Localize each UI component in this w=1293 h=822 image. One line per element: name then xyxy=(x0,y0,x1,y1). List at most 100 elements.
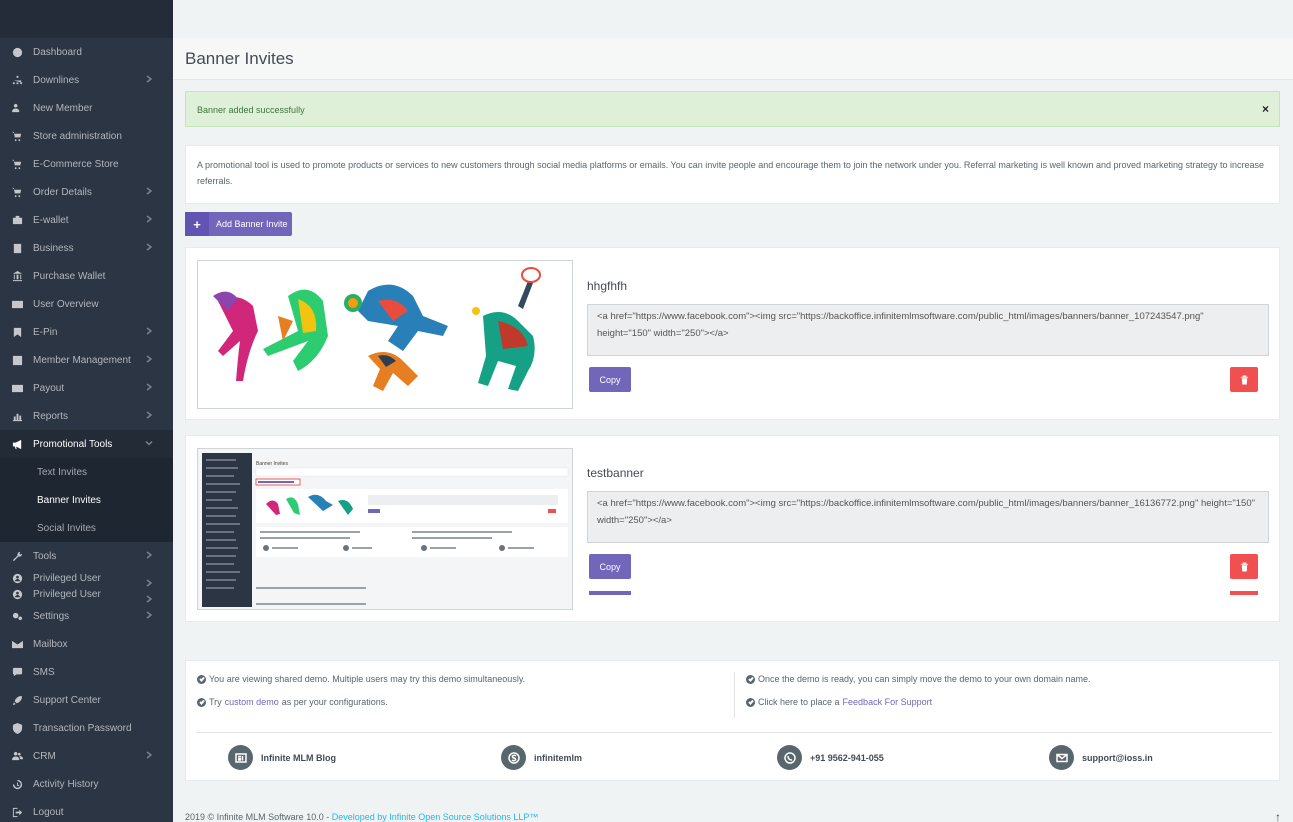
sidebar-item-label: Logout xyxy=(33,806,64,818)
sidebar-item-label: Member Management xyxy=(33,354,131,366)
banner-card: hhgfhfh <a href="https://www.facebook.co… xyxy=(185,247,1280,420)
check-circle-icon xyxy=(746,697,755,707)
developer-link[interactable]: Developed by Infinite Open Source Soluti… xyxy=(332,812,539,822)
sidebar-item-label: Dashboard xyxy=(33,46,82,58)
sidebar-item-label: Payout xyxy=(33,382,65,394)
banner-code-box[interactable]: <a href="https://www.facebook.com"><img … xyxy=(587,304,1269,356)
sidebar-item-label: Privileged User xyxy=(33,572,101,584)
contact-skype[interactable]: infinitemlm xyxy=(501,745,582,770)
custom-demo-link[interactable]: custom demo xyxy=(225,697,279,707)
chevron-down-icon xyxy=(145,439,155,449)
sidebar-item-label: Mailbox xyxy=(33,638,68,650)
sidebar-item-order-details[interactable]: Order Details xyxy=(0,178,173,206)
add-banner-invite-button[interactable]: + Add Banner Invite xyxy=(185,212,292,236)
contact-blog[interactable]: Infinite MLM Blog xyxy=(228,745,336,770)
delete-button-shadow xyxy=(1230,591,1258,595)
sidebar-item-logout[interactable]: Logout xyxy=(0,798,173,822)
sidebar-item-e-commerce-store[interactable]: E-Commerce Store xyxy=(0,150,173,178)
wrench-icon xyxy=(10,549,24,563)
divider xyxy=(734,672,735,718)
delete-button[interactable] xyxy=(1230,554,1258,579)
sidebar-item-privileged-user[interactable]: Privileged User xyxy=(0,570,173,587)
whatsapp-icon xyxy=(777,745,802,770)
sidebar-item-activity-history[interactable]: Activity History xyxy=(0,770,173,798)
sidebar-item-label: SMS xyxy=(33,666,55,678)
sidebar-item-e-wallet[interactable]: E-wallet xyxy=(0,206,173,234)
sub-item-text-invites[interactable]: Text Invites xyxy=(0,458,173,486)
chevron-right-icon xyxy=(145,611,155,621)
info-text: Click here to place a xyxy=(758,697,840,707)
sidebar-item-label: Transaction Password xyxy=(33,722,132,734)
contact-email[interactable]: support@ioss.in xyxy=(1049,745,1153,770)
banner-code-box[interactable]: <a href="https://www.facebook.com"><img … xyxy=(587,491,1269,543)
plus-icon: + xyxy=(185,212,209,236)
sidebar-item-mailbox[interactable]: Mailbox xyxy=(0,630,173,658)
sidebar-item-settings[interactable]: Settings xyxy=(0,602,173,630)
sidebar-item-purchase-wallet[interactable]: Purchase Wallet xyxy=(0,262,173,290)
contact-label: support@ioss.in xyxy=(1082,752,1153,763)
chevron-right-icon xyxy=(145,411,155,421)
bookmark-icon xyxy=(10,325,24,339)
sidebar-item-e-pin[interactable]: E-Pin xyxy=(0,318,173,346)
sidebar-item-label: Activity History xyxy=(33,778,99,790)
contact-label: Infinite MLM Blog xyxy=(261,752,336,763)
sidebar-item-store-administration[interactable]: Store administration xyxy=(0,122,173,150)
contact-whatsapp[interactable]: +91 9562-941-055 xyxy=(777,745,884,770)
id-card-icon xyxy=(10,297,24,311)
sidebar-top xyxy=(0,0,173,38)
sidebar-item-label: Reports xyxy=(33,410,69,422)
sidebar-item-tools[interactable]: Tools xyxy=(0,542,173,570)
sidebar-item-downlines[interactable]: Downlines xyxy=(0,66,173,94)
money-icon xyxy=(10,381,24,395)
sidebar-item-reports[interactable]: Reports xyxy=(0,402,173,430)
sidebar-item-transaction-password[interactable]: Transaction Password xyxy=(0,714,173,742)
feedback-support-link[interactable]: Feedback For Support xyxy=(843,697,933,707)
sidebar-item-label: E-wallet xyxy=(33,214,69,226)
sidebar-item-user-overview[interactable]: User Overview xyxy=(0,290,173,318)
sidebar-item-label: E-Pin xyxy=(33,326,58,338)
info-line: Once the demo is ready, you can simply m… xyxy=(746,674,1091,684)
comment-icon xyxy=(10,665,24,679)
trash-icon xyxy=(1240,375,1248,384)
description-text: A promotional tool is used to promote pr… xyxy=(197,160,1265,186)
sidebar-item-dashboard[interactable]: Dashboard xyxy=(0,38,173,66)
chevron-right-icon xyxy=(145,751,155,761)
divider xyxy=(196,732,1272,733)
sidebar-item-new-member[interactable]: New Member xyxy=(0,94,173,122)
banner-image-screenshot: Banner Invites xyxy=(197,448,573,610)
info-text: as per your configurations. xyxy=(281,697,388,707)
copy-button[interactable]: Copy xyxy=(589,554,631,579)
sub-item-social-invites[interactable]: Social Invites xyxy=(0,514,173,542)
sidebar-item-payout[interactable]: Payout xyxy=(0,374,173,402)
success-alert: Banner added successfully × xyxy=(185,91,1280,127)
sidebar-item-sms[interactable]: SMS xyxy=(0,658,173,686)
sidebar-item-label: Settings xyxy=(33,610,70,622)
banner-name: hhgfhfh xyxy=(587,279,628,293)
sidebar-item-business[interactable]: Business xyxy=(0,234,173,262)
sidebar-item-label: Purchase Wallet xyxy=(33,270,106,282)
check-circle-icon xyxy=(746,674,755,684)
chevron-right-icon xyxy=(145,215,155,225)
add-banner-invite-label: Add Banner Invite xyxy=(216,219,288,229)
delete-button[interactable] xyxy=(1230,367,1258,392)
dashboard-icon xyxy=(10,45,24,59)
alert-close-button[interactable]: × xyxy=(1262,102,1269,116)
sidebar-item-member-management[interactable]: Member Management xyxy=(0,346,173,374)
banner-card: Banner Invites testbanner <a href="https… xyxy=(185,435,1280,622)
chevron-right-icon xyxy=(145,243,155,253)
sidebar-item-label: CRM xyxy=(33,750,56,762)
sidebar-item-support-center[interactable]: Support Center xyxy=(0,686,173,714)
info-line: Try custom demo as per your configuratio… xyxy=(197,697,388,707)
sidebar-item-promotional-tools[interactable]: Promotional Tools xyxy=(0,430,173,458)
scroll-top-icon[interactable]: ↑ xyxy=(1275,810,1281,822)
sidebar-item-crm[interactable]: CRM xyxy=(0,742,173,770)
sidebar-item-label: E-Commerce Store xyxy=(33,158,119,170)
info-line: Click here to place a Feedback For Suppo… xyxy=(746,697,935,707)
building-icon xyxy=(10,241,24,255)
copy-button[interactable]: Copy xyxy=(589,367,631,392)
top-header xyxy=(173,0,1293,38)
sidebar-item-privileged-user[interactable]: Privileged User xyxy=(0,586,173,603)
sub-item-banner-invites[interactable]: Banner Invites xyxy=(0,486,173,514)
history-icon xyxy=(10,777,24,791)
copy-button-shadow xyxy=(589,591,631,595)
